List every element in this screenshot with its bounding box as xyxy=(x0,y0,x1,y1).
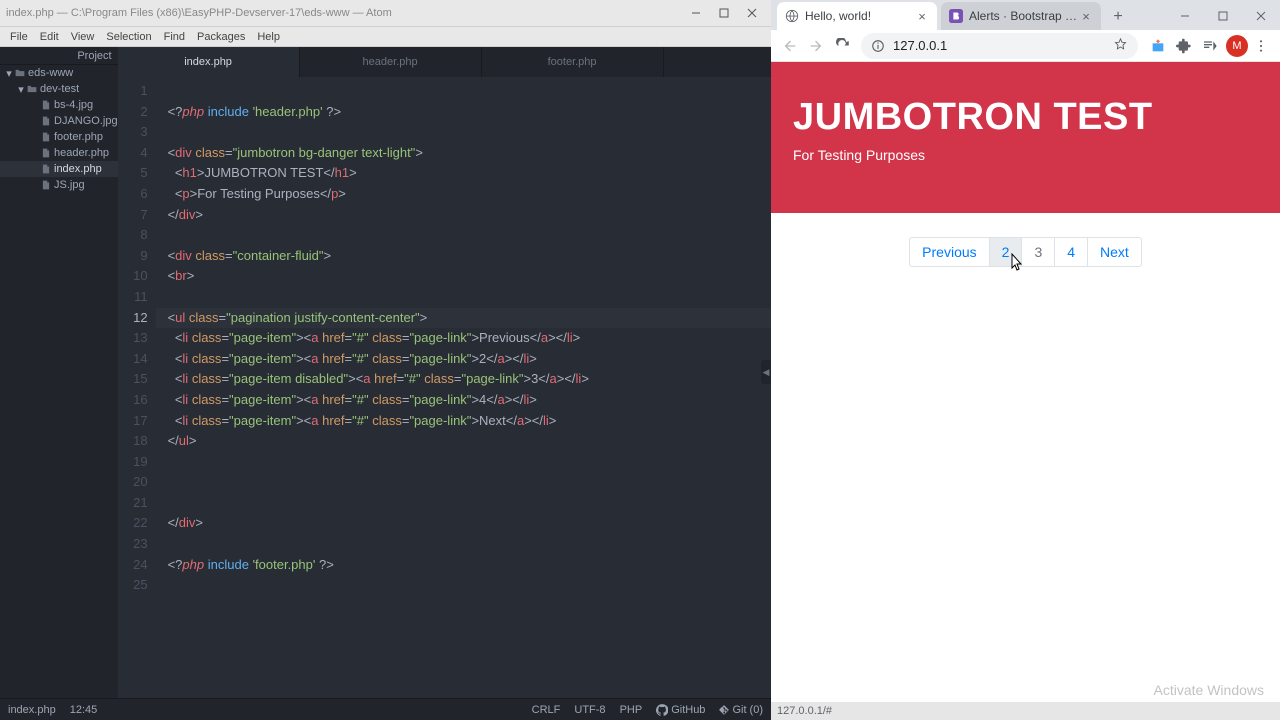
browser-viewport[interactable]: JUMBOTRON TEST For Testing Purposes Prev… xyxy=(771,62,1280,702)
menu-view[interactable]: View xyxy=(65,29,101,45)
menu-help[interactable]: Help xyxy=(251,29,286,45)
close-icon[interactable] xyxy=(739,4,765,22)
status-eol[interactable]: CRLF xyxy=(532,704,561,716)
page-link-4[interactable]: 4 xyxy=(1054,237,1088,267)
editor-pane: index.phpheader.phpfooter.php 1234567891… xyxy=(118,47,771,698)
file-icon xyxy=(40,132,52,142)
tree-file-bs-4-jpg[interactable]: bs-4.jpg xyxy=(0,97,118,113)
project-tree[interactable]: Project ▾eds-www▾dev-testbs-4.jpgDJANGO.… xyxy=(0,47,118,698)
address-bar[interactable]: 127.0.0.1 xyxy=(861,33,1138,59)
bootstrap-favicon-icon xyxy=(949,9,963,23)
tree-file-js-jpg[interactable]: JS.jpg xyxy=(0,177,118,193)
bookmark-icon[interactable] xyxy=(1113,37,1128,55)
file-icon xyxy=(40,116,52,126)
close-tab-icon[interactable]: × xyxy=(915,9,929,23)
close-icon[interactable] xyxy=(1242,2,1280,30)
menu-find[interactable]: Find xyxy=(158,29,191,45)
kebab-menu-icon[interactable] xyxy=(1248,33,1274,59)
browser-tab[interactable]: Alerts · Bootstrap v4.5× xyxy=(941,2,1101,30)
extension-icon[interactable] xyxy=(1146,34,1170,58)
atom-titlebar[interactable]: index.php — C:\Program Files (x86)\EasyP… xyxy=(0,0,771,27)
tree-folder-dev-test[interactable]: ▾dev-test xyxy=(0,81,118,97)
chrome-window: Hello, world!×Alerts · Bootstrap v4.5×+ … xyxy=(771,0,1280,720)
maximize-icon[interactable] xyxy=(711,4,737,22)
editor-tab-footer-php[interactable]: footer.php xyxy=(482,47,664,77)
panel-collapse-handle[interactable]: ◀ xyxy=(761,360,771,384)
maximize-icon[interactable] xyxy=(1204,2,1242,30)
minimize-icon[interactable] xyxy=(683,4,709,22)
minimize-icon[interactable] xyxy=(1166,2,1204,30)
windows-watermark: Activate Windows xyxy=(1154,682,1264,698)
file-icon xyxy=(40,148,52,158)
file-icon xyxy=(40,164,52,174)
site-info-icon[interactable] xyxy=(871,39,885,53)
chrome-toolbar: 127.0.0.1 M xyxy=(771,30,1280,62)
profile-avatar[interactable]: M xyxy=(1226,35,1248,57)
editor-tab-index-php[interactable]: index.php xyxy=(118,47,300,77)
jumbotron-subtitle: For Testing Purposes xyxy=(793,147,1258,163)
reading-list-icon[interactable] xyxy=(1198,34,1222,58)
status-cursor-pos[interactable]: 12:45 xyxy=(70,704,98,716)
folder-icon xyxy=(14,68,26,78)
page-link-next[interactable]: Next xyxy=(1087,237,1142,267)
code-content[interactable]: <?php include 'header.php' ?> <div class… xyxy=(156,77,771,698)
reload-button[interactable] xyxy=(829,33,855,59)
git-branch-icon xyxy=(719,705,729,715)
new-tab-button[interactable]: + xyxy=(1105,4,1131,30)
page-link-2[interactable]: 2 xyxy=(989,237,1023,267)
code-editor[interactable]: 1234567891011121314151617181920212223242… xyxy=(118,77,771,698)
browser-tab[interactable]: Hello, world!× xyxy=(777,2,937,30)
url-text: 127.0.0.1 xyxy=(893,38,947,53)
file-icon xyxy=(40,180,52,190)
tree-file-footer-php[interactable]: footer.php xyxy=(0,129,118,145)
jumbotron: JUMBOTRON TEST For Testing Purposes xyxy=(771,62,1280,213)
menu-packages[interactable]: Packages xyxy=(191,29,251,45)
menu-selection[interactable]: Selection xyxy=(100,29,157,45)
atom-title-text: index.php — C:\Program Files (x86)\EasyP… xyxy=(6,7,392,19)
atom-statusbar: index.php 12:45 CRLF UTF-8 PHP GitHub Gi… xyxy=(0,698,771,720)
atom-window: index.php — C:\Program Files (x86)\EasyP… xyxy=(0,0,771,720)
tree-file-django-jpg[interactable]: DJANGO.jpg xyxy=(0,113,118,129)
project-tree-header: Project xyxy=(0,47,118,65)
page-link-3: 3 xyxy=(1021,237,1055,267)
tree-folder-eds-www[interactable]: ▾eds-www xyxy=(0,65,118,81)
page-link-previous[interactable]: Previous xyxy=(909,237,989,267)
back-button[interactable] xyxy=(777,33,803,59)
status-url: 127.0.0.1/# xyxy=(777,705,832,717)
menu-edit[interactable]: Edit xyxy=(34,29,65,45)
status-file[interactable]: index.php xyxy=(8,704,56,716)
close-tab-icon[interactable]: × xyxy=(1079,9,1093,23)
github-icon xyxy=(656,704,668,716)
menu-file[interactable]: File xyxy=(4,29,34,45)
chrome-tabstrip: Hello, world!×Alerts · Bootstrap v4.5×+ xyxy=(771,0,1280,30)
line-gutter: 1234567891011121314151617181920212223242… xyxy=(118,77,156,698)
forward-button[interactable] xyxy=(803,33,829,59)
globe-favicon-icon xyxy=(785,9,799,23)
tree-file-index-php[interactable]: index.php xyxy=(0,161,118,177)
editor-tabs: index.phpheader.phpfooter.php xyxy=(118,47,771,77)
status-git[interactable]: Git (0) xyxy=(719,704,763,716)
tree-file-header-php[interactable]: header.php xyxy=(0,145,118,161)
status-encoding[interactable]: UTF-8 xyxy=(574,704,605,716)
atom-menubar: FileEditViewSelectionFindPackagesHelp xyxy=(0,27,771,47)
jumbotron-title: JUMBOTRON TEST xyxy=(793,96,1258,139)
folder-icon xyxy=(26,84,38,94)
editor-tab-header-php[interactable]: header.php xyxy=(300,47,482,77)
extensions-button[interactable] xyxy=(1172,34,1196,58)
status-github[interactable]: GitHub xyxy=(656,704,705,716)
status-language[interactable]: PHP xyxy=(620,704,643,716)
file-icon xyxy=(40,100,52,110)
pagination: Previous234Next xyxy=(909,237,1142,267)
browser-status-bar: 127.0.0.1/# xyxy=(771,702,1280,720)
